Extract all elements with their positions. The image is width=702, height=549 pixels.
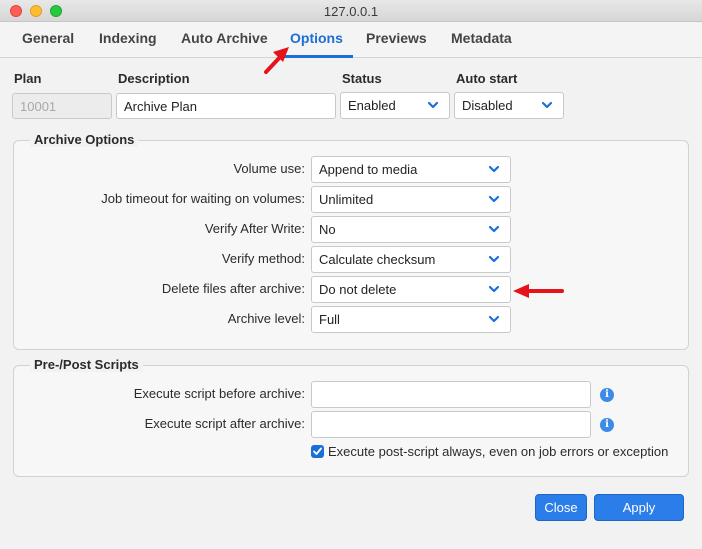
- script-after-input[interactable]: [311, 411, 591, 438]
- apply-button[interactable]: Apply: [594, 494, 684, 521]
- chevron-down-icon: [488, 194, 500, 204]
- volume-use-label: Volume use:: [233, 161, 305, 176]
- volume-use-select[interactable]: Append to media: [311, 156, 511, 183]
- chevron-down-icon: [488, 164, 500, 174]
- tab-metadata[interactable]: Metadata: [451, 30, 512, 46]
- chevron-down-icon: [488, 284, 500, 294]
- status-select-value: Enabled: [348, 98, 396, 113]
- autostart-select-value: Disabled: [462, 98, 513, 113]
- delete-files-value: Do not delete: [319, 282, 397, 297]
- post-script-always-label[interactable]: Execute post-script always, even on job …: [328, 444, 668, 459]
- tab-bar: General Indexing Auto Archive Options Pr…: [0, 22, 702, 58]
- script-before-label: Execute script before archive:: [133, 386, 305, 401]
- job-timeout-select[interactable]: Unlimited: [311, 186, 511, 213]
- info-icon[interactable]: i: [600, 388, 614, 402]
- title-bar: 127.0.0.1: [0, 0, 702, 22]
- script-after-label: Execute script after archive:: [144, 416, 305, 431]
- info-icon[interactable]: i: [600, 418, 614, 432]
- archive-options-title: Archive Options: [30, 132, 139, 147]
- tab-general[interactable]: General: [22, 30, 74, 46]
- script-before-input[interactable]: [311, 381, 591, 408]
- verify-method-select[interactable]: Calculate checksum: [311, 246, 511, 273]
- checkmark-icon: [313, 447, 322, 455]
- verify-after-write-select[interactable]: No: [311, 216, 511, 243]
- verify-after-write-value: No: [319, 222, 336, 237]
- tab-auto-archive[interactable]: Auto Archive: [181, 30, 268, 46]
- chevron-down-icon: [488, 314, 500, 324]
- description-label: Description: [118, 71, 190, 86]
- annotation-arrow-icon: [264, 47, 289, 74]
- options-dialog: 127.0.0.1 General Indexing Auto Archive …: [0, 0, 702, 549]
- job-timeout-value: Unlimited: [319, 192, 374, 207]
- tab-indexing[interactable]: Indexing: [99, 30, 157, 46]
- close-button[interactable]: Close: [535, 494, 587, 521]
- tab-previews[interactable]: Previews: [366, 30, 427, 46]
- volume-use-value: Append to media: [319, 162, 418, 177]
- archive-level-value: Full: [319, 312, 340, 327]
- verify-after-write-label: Verify After Write:: [204, 221, 305, 236]
- delete-files-select[interactable]: Do not delete: [311, 276, 511, 303]
- tab-options[interactable]: Options: [290, 30, 343, 46]
- chevron-down-icon: [488, 254, 500, 264]
- archive-level-label: Archive level:: [227, 311, 305, 326]
- delete-files-label: Delete files after archive:: [161, 281, 305, 296]
- job-timeout-label: Job timeout for waiting on volumes:: [101, 191, 305, 206]
- archive-level-select[interactable]: Full: [311, 306, 511, 333]
- autostart-select[interactable]: Disabled: [454, 92, 564, 119]
- description-field[interactable]: Archive Plan: [116, 93, 336, 119]
- post-script-always-checkbox[interactable]: [311, 445, 324, 458]
- chevron-down-icon: [541, 100, 553, 110]
- status-label: Status: [342, 71, 382, 86]
- window-title: 127.0.0.1: [323, 4, 379, 19]
- autostart-label: Auto start: [456, 71, 518, 86]
- chevron-down-icon: [488, 224, 500, 234]
- scripts-title: Pre-/Post Scripts: [30, 357, 143, 372]
- verify-method-value: Calculate checksum: [319, 252, 436, 267]
- annotation-arrow-icon: [513, 284, 564, 298]
- plan-label: Plan: [14, 71, 42, 86]
- status-select[interactable]: Enabled: [340, 92, 450, 119]
- plan-field: 10001: [12, 93, 112, 119]
- verify-method-label: Verify method:: [221, 251, 305, 266]
- chevron-down-icon: [427, 100, 439, 110]
